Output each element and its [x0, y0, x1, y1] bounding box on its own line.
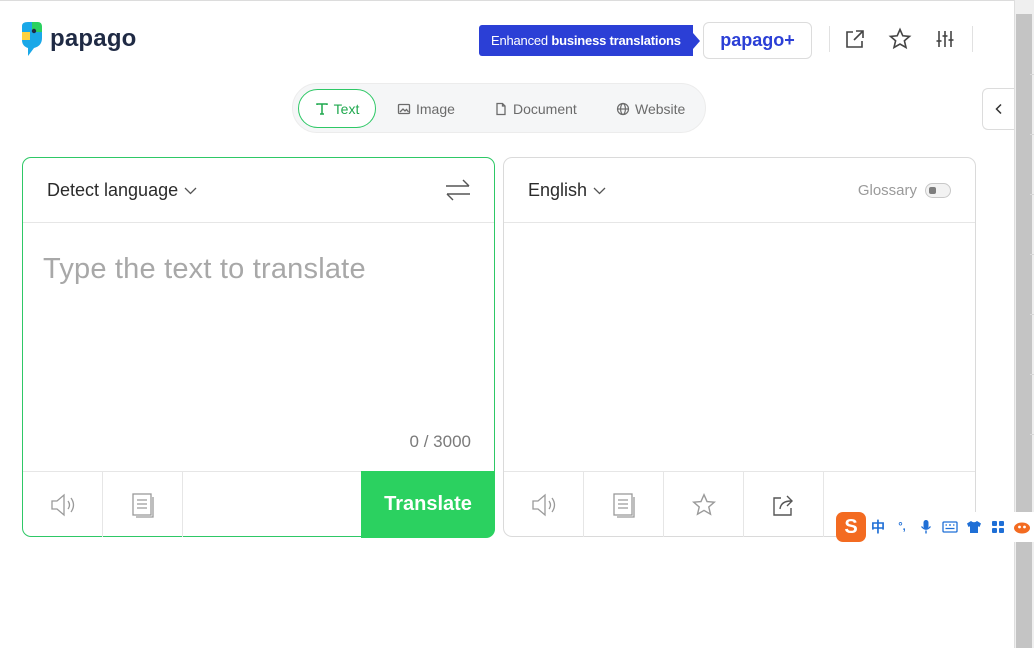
- chevron-down-icon: [593, 187, 606, 194]
- papago-plus-button[interactable]: papago+: [703, 22, 812, 59]
- source-text-input[interactable]: Type the text to translate: [43, 253, 366, 286]
- microphone-icon[interactable]: [914, 515, 938, 539]
- settings-sliders-icon[interactable]: [932, 26, 958, 52]
- edge-tick: [1030, 134, 1034, 135]
- promo-pointer: [692, 32, 700, 49]
- favorite-button[interactable]: [664, 472, 744, 537]
- new-window-icon[interactable]: [842, 26, 868, 52]
- papago-logo[interactable]: papago: [18, 22, 137, 56]
- ime-mascot-icon[interactable]: [1010, 515, 1034, 539]
- edge-tick: [1030, 254, 1034, 255]
- tab-website[interactable]: Website: [616, 89, 685, 128]
- chevron-left-icon: [994, 103, 1002, 115]
- copy-icon: [131, 492, 154, 518]
- source-language-row: Detect language: [23, 158, 494, 223]
- globe-icon: [616, 102, 630, 115]
- tab-image[interactable]: Image: [397, 89, 455, 128]
- ime-logo-icon[interactable]: S: [836, 512, 866, 542]
- vertical-scrollbar-thumb[interactable]: [1016, 14, 1032, 648]
- target-language-select[interactable]: English: [528, 180, 606, 201]
- target-language-row: English Glossary: [504, 158, 975, 223]
- speaker-icon: [50, 493, 74, 516]
- ime-punctuation-toggle[interactable]: °,: [890, 515, 914, 539]
- target-language-label: English: [528, 180, 588, 200]
- keyboard-icon[interactable]: [938, 515, 962, 539]
- share-icon: [772, 495, 793, 516]
- translation-mode-tabs: Text Image Document Website: [292, 83, 706, 133]
- source-copy-button[interactable]: [103, 472, 183, 537]
- promo-highlight: business translations: [551, 33, 681, 48]
- papago-bird-icon: [22, 22, 42, 56]
- edge-tick: [1030, 434, 1034, 435]
- ime-mode-toggle[interactable]: 中: [866, 515, 890, 539]
- ime-toolbar: S 中 °,: [836, 512, 1034, 542]
- translation-output: [504, 224, 975, 470]
- image-icon: [397, 103, 411, 114]
- speaker-icon: [531, 493, 555, 516]
- source-speaker-button[interactable]: [23, 472, 103, 537]
- tab-document[interactable]: Document: [494, 89, 577, 128]
- target-panel: English Glossary: [503, 157, 976, 537]
- edge-tick: [1030, 194, 1034, 195]
- header-divider-right: [972, 26, 973, 52]
- glossary-switch[interactable]: [925, 183, 951, 198]
- toolbox-grid-icon[interactable]: [986, 515, 1010, 539]
- document-icon: [496, 102, 506, 115]
- glossary-label: Glossary: [857, 182, 917, 199]
- swap-languages-icon[interactable]: [444, 177, 472, 203]
- source-panel: Detect language Type the text to transla…: [22, 157, 495, 538]
- top-border: [0, 0, 1014, 3]
- translate-button[interactable]: Translate: [361, 471, 495, 538]
- tab-document-label: Document: [513, 100, 577, 117]
- tab-website-label: Website: [635, 100, 686, 117]
- source-action-bar: Translate: [23, 471, 495, 538]
- character-counter: 0 / 3000: [409, 432, 471, 451]
- logo-text: papago: [50, 25, 137, 52]
- chevron-down-icon: [184, 187, 197, 194]
- business-promo-banner[interactable]: Enhanced business translations: [479, 25, 700, 56]
- target-copy-button[interactable]: [584, 472, 664, 537]
- header-divider: [829, 26, 830, 52]
- star-icon: [691, 492, 716, 516]
- star-icon[interactable]: [887, 26, 913, 52]
- skin-shirt-icon[interactable]: [962, 515, 986, 539]
- source-language-label: Detect language: [47, 180, 179, 200]
- target-speaker-button[interactable]: [504, 472, 584, 537]
- promo-prefix: Enhanced: [491, 33, 552, 48]
- glossary-toggle[interactable]: Glossary: [858, 182, 951, 199]
- edge-tick: [1030, 314, 1034, 315]
- tab-text-label: Text: [333, 100, 360, 117]
- collapse-sidebar-button[interactable]: [982, 88, 1014, 130]
- tab-text[interactable]: Text: [298, 89, 376, 128]
- share-button[interactable]: [744, 472, 824, 537]
- tab-image-label: Image: [416, 100, 455, 117]
- source-language-select[interactable]: Detect language: [47, 180, 197, 201]
- text-icon: [315, 102, 328, 115]
- edge-tick: [1030, 374, 1034, 375]
- copy-icon: [612, 492, 635, 518]
- edge-tick: [1030, 74, 1034, 75]
